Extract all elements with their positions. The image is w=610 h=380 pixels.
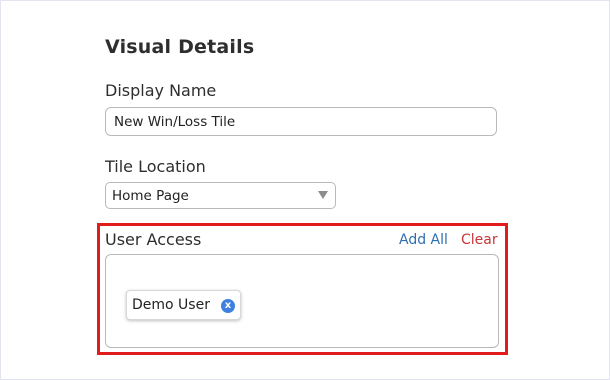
user-access-label: User Access bbox=[105, 230, 202, 249]
tile-location-select[interactable]: Home Page bbox=[105, 182, 336, 209]
add-all-link[interactable]: Add All bbox=[399, 232, 448, 248]
display-name-label: Display Name bbox=[105, 81, 217, 100]
tile-location-label: Tile Location bbox=[105, 157, 206, 176]
remove-user-icon[interactable]: x bbox=[221, 299, 235, 313]
tile-location-selected-value: Home Page bbox=[112, 188, 189, 204]
clear-link[interactable]: Clear bbox=[461, 232, 498, 248]
user-chip: Demo User x bbox=[126, 290, 241, 320]
chevron-down-icon bbox=[318, 191, 328, 199]
display-name-input[interactable] bbox=[105, 107, 497, 136]
section-title: Visual Details bbox=[105, 36, 255, 58]
user-chip-label: Demo User bbox=[132, 297, 210, 313]
